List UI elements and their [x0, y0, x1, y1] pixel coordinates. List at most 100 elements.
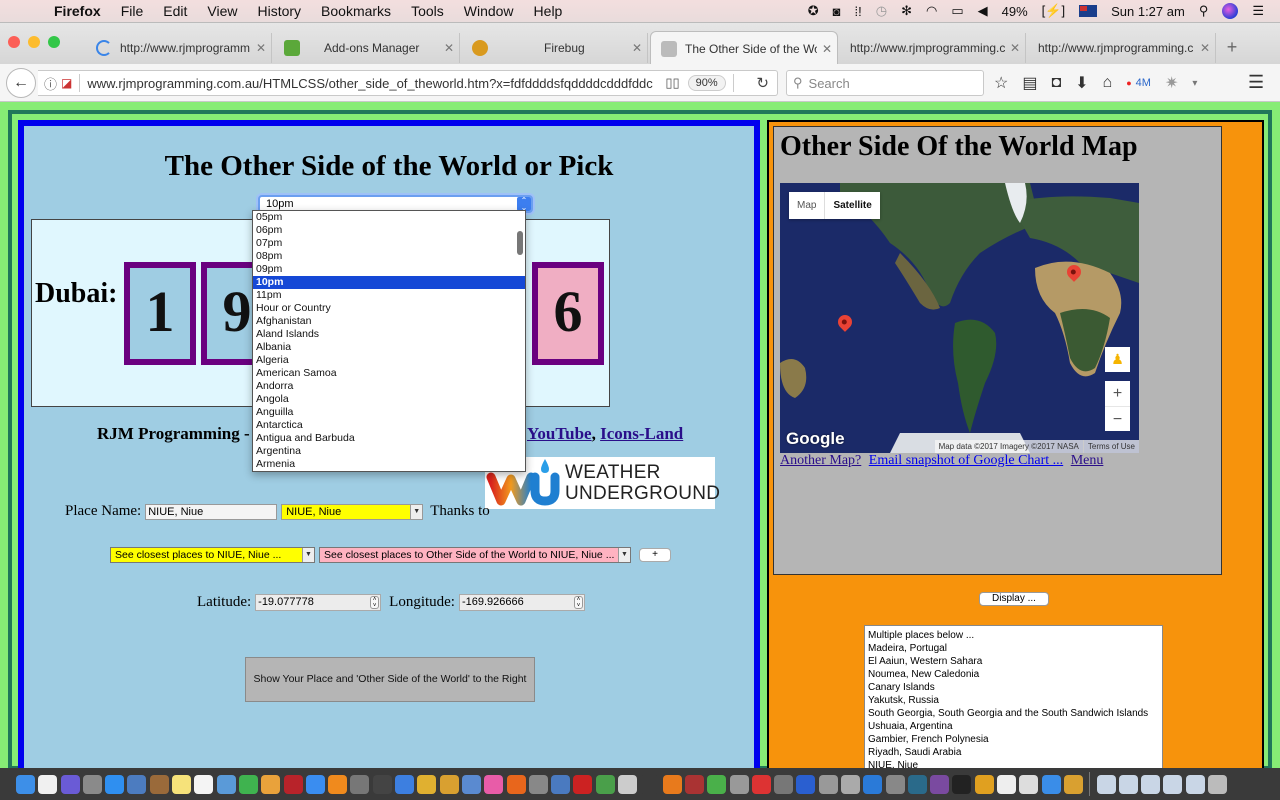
dock-app-icon[interactable] — [707, 774, 727, 794]
street-view-pegman-icon[interactable]: ♟ — [1105, 347, 1130, 372]
latitude-spinner[interactable]: ˄ ˅ — [370, 596, 380, 609]
dock-app-icon[interactable] — [60, 774, 80, 794]
bluetooth-icon[interactable]: ✻ — [901, 3, 912, 19]
firebug-dropdown-icon[interactable]: ▾ — [1192, 78, 1197, 89]
longitude-spinner[interactable]: ˄ ˅ — [573, 596, 583, 609]
hour-country-dropdown-list[interactable]: 05pm 06pm 07pm 08pm 09pm 10pm 11pm Hour … — [252, 210, 526, 472]
spotlight-icon[interactable]: ⚲ — [1199, 3, 1209, 19]
place-name-select[interactable]: NIUE, Niue ▼ — [281, 503, 424, 520]
activity-icon[interactable]: ⁞! — [855, 4, 862, 19]
dock-app-icon[interactable] — [461, 774, 481, 794]
dock-app-icon[interactable] — [194, 774, 214, 794]
list-item[interactable]: Canary Islands — [868, 681, 1159, 694]
dock-minimized-window[interactable] — [1118, 774, 1138, 794]
dropdown-scrollbar[interactable] — [517, 231, 523, 255]
dock-app-icon[interactable] — [751, 774, 771, 794]
closest-places-select[interactable]: See closest places to NIUE, Niue ... ▼ — [110, 547, 315, 563]
dock-app-icon[interactable] — [305, 774, 325, 794]
close-window-button[interactable] — [8, 36, 20, 48]
close-tab-icon[interactable]: ✕ — [627, 41, 647, 55]
dropdown-option[interactable]: 06pm — [253, 224, 525, 237]
dropdown-option-selected[interactable]: 10pm — [253, 276, 525, 289]
dock-app-icon[interactable] — [216, 774, 236, 794]
latitude-input[interactable]: -19.077778 ˄ ˅ — [255, 594, 382, 611]
dock-app-icon[interactable] — [149, 774, 169, 794]
longitude-input[interactable]: -169.926666 ˄ ˅ — [458, 594, 585, 611]
dock-app-icon[interactable] — [595, 774, 615, 794]
wifi-icon[interactable]: ◠ — [926, 3, 937, 19]
dropdown-option[interactable]: Albania — [253, 341, 525, 354]
bookmarks-list-icon[interactable]: ▤ — [1022, 73, 1037, 93]
home-icon[interactable]: ⌂ — [1103, 74, 1113, 92]
tab-other-side-of-world[interactable]: The Other Side of the Wo ✕ — [650, 31, 838, 65]
place-name-input[interactable]: NIUE, Niue — [145, 503, 278, 520]
time-machine-icon[interactable]: ◷ — [876, 3, 887, 19]
dock-app-icon[interactable] — [729, 774, 749, 794]
menu-help[interactable]: Help — [534, 3, 563, 19]
menu-app-firefox[interactable]: Firefox — [54, 3, 101, 19]
dock-minimized-window[interactable] — [1163, 774, 1183, 794]
dropdown-option[interactable]: Argentina — [253, 445, 525, 458]
dropdown-option[interactable]: Anguilla — [253, 406, 525, 419]
tab-addons-manager[interactable]: Add-ons Manager ✕ — [274, 33, 460, 63]
dock-app-icon[interactable] — [417, 774, 437, 794]
dock-app-icon[interactable] — [885, 774, 905, 794]
menu-file[interactable]: File — [121, 3, 144, 19]
tab-firebug[interactable]: Firebug ✕ — [462, 33, 648, 63]
icons-land-link[interactable]: Icons-Land — [600, 424, 683, 443]
dropdown-option[interactable]: Aland Islands — [253, 328, 525, 341]
dock-app-icon[interactable] — [974, 774, 994, 794]
pocket-icon[interactable]: ◘ — [1051, 74, 1061, 92]
dock-app-icon[interactable] — [997, 774, 1017, 794]
tracking-protection-icon[interactable]: ◪ — [61, 76, 72, 90]
youtube-link[interactable]: YouTube — [527, 424, 592, 443]
dock-app-icon[interactable] — [82, 774, 102, 794]
menu-bookmarks[interactable]: Bookmarks — [321, 3, 391, 19]
battery-percent[interactable]: 49% — [1002, 4, 1028, 19]
list-item[interactable]: Gambier, French Polynesia — [868, 733, 1159, 746]
zoom-level-badge[interactable]: 90% — [687, 75, 726, 91]
battery-icon[interactable]: [⚡] — [1042, 3, 1065, 19]
downloads-icon[interactable]: ⬇ — [1075, 73, 1088, 93]
dock-app-icon[interactable] — [684, 774, 704, 794]
terms-of-use-link[interactable]: Terms of Use — [1082, 440, 1139, 453]
close-tab-icon[interactable]: ✕ — [817, 42, 837, 56]
menu-view[interactable]: View — [207, 3, 237, 19]
list-item[interactable]: South Georgia, South Georgia and the Sou… — [868, 707, 1159, 720]
list-item[interactable]: Riyadh, Saudi Arabia — [868, 746, 1159, 759]
list-item[interactable]: El Aaiun, Western Sahara — [868, 655, 1159, 668]
dropdown-option[interactable]: Andorra — [253, 380, 525, 393]
minimize-window-button[interactable] — [28, 36, 40, 48]
dock-app-icon[interactable] — [350, 774, 370, 794]
download-size-badge[interactable]: 4M — [1136, 77, 1151, 89]
dock-app-icon[interactable] — [395, 774, 415, 794]
site-info-icon[interactable]: ⓘ — [44, 74, 57, 93]
dock-app-icon[interactable] — [127, 774, 147, 794]
dropdown-option[interactable]: Antigua and Barbuda — [253, 432, 525, 445]
volume-icon[interactable]: ◀ — [978, 3, 988, 19]
dock-app-icon[interactable] — [484, 774, 504, 794]
list-item[interactable]: Multiple places below ... — [868, 629, 1159, 642]
dock-app-icon[interactable] — [506, 774, 526, 794]
list-item[interactable]: Noumea, New Caledonia — [868, 668, 1159, 681]
notification-center-icon[interactable]: ☰ — [1252, 3, 1264, 19]
dock-app-icon[interactable] — [774, 774, 794, 794]
zoom-in-button[interactable]: + — [1105, 381, 1130, 406]
dropdown-option[interactable]: Armenia — [253, 458, 525, 471]
dock-app-icon[interactable] — [863, 774, 883, 794]
dock-app-icon[interactable] — [105, 774, 125, 794]
zoom-window-button[interactable] — [48, 36, 60, 48]
dropdown-option[interactable]: Antarctica — [253, 419, 525, 432]
dock-app-icon[interactable] — [840, 774, 860, 794]
menu-window[interactable]: Window — [464, 3, 514, 19]
dock-app-icon[interactable] — [796, 774, 816, 794]
tab-rjmprogramming-2[interactable]: http://www.rjmprogramming.c ✕ — [840, 33, 1026, 63]
url-text[interactable]: www.rjmprogramming.com.au/HTMLCSS/other_… — [87, 76, 653, 91]
display-button[interactable]: Display ... — [979, 592, 1049, 606]
tab-rjmprogramming-3[interactable]: http://www.rjmprogramming.c ✕ — [1028, 33, 1216, 63]
dropdown-option[interactable]: Afghanistan — [253, 315, 525, 328]
reader-view-icon[interactable]: ▯▯ — [665, 75, 679, 91]
dropdown-option[interactable]: Angola — [253, 393, 525, 406]
zoom-out-button[interactable]: − — [1105, 406, 1130, 431]
dock-app-icon[interactable] — [238, 774, 258, 794]
